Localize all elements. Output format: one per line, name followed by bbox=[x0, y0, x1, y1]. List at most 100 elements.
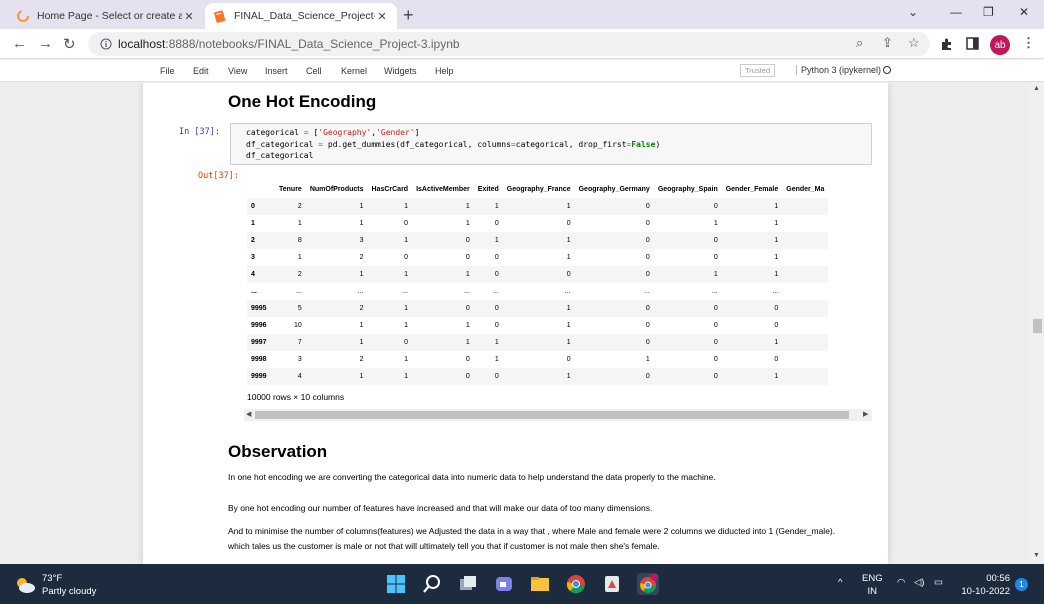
output-horizontal-scrollbar[interactable]: ◀ ▶ bbox=[244, 409, 872, 421]
notification-badge[interactable]: 1 bbox=[1015, 578, 1028, 591]
table-cell: 5 bbox=[297, 305, 302, 312]
battery-icon[interactable]: ▭ bbox=[934, 576, 943, 589]
table-cell: 0 bbox=[494, 271, 499, 278]
column-header: Exited bbox=[477, 186, 499, 193]
language-indicator[interactable]: ENG IN bbox=[862, 572, 883, 598]
chrome-profile-icon[interactable] bbox=[637, 573, 659, 595]
table-cell: 1 bbox=[774, 254, 779, 261]
scroll-left-icon[interactable]: ◀ bbox=[246, 410, 251, 418]
app-icon[interactable] bbox=[601, 573, 623, 595]
table-cell: ... bbox=[643, 288, 650, 295]
menu-cell[interactable]: Cell bbox=[306, 66, 322, 76]
table-cell: ... bbox=[711, 288, 718, 295]
close-tab-icon[interactable]: ✕ bbox=[375, 10, 389, 23]
teams-chat-icon[interactable] bbox=[493, 573, 515, 595]
file-explorer-icon[interactable] bbox=[529, 573, 551, 595]
table-cell: 1 bbox=[494, 203, 499, 210]
table-cell-clipped bbox=[782, 368, 828, 385]
column-header: Gender_Female bbox=[725, 186, 779, 193]
table-cell: 0 bbox=[465, 356, 470, 363]
table-cell: 0 bbox=[494, 220, 499, 227]
menu-file[interactable]: File bbox=[160, 66, 175, 76]
scrollbar-thumb[interactable] bbox=[255, 411, 849, 419]
weather-widget[interactable]: 73°F Partly cloudy bbox=[14, 572, 96, 598]
menu-edit[interactable]: Edit bbox=[193, 66, 209, 76]
table-cell: ... bbox=[295, 288, 302, 295]
clock[interactable]: 00:56 10-10-2022 bbox=[960, 572, 1010, 598]
tab-title: Home Page - Select or create a n bbox=[37, 10, 182, 22]
search-icon[interactable] bbox=[421, 573, 443, 595]
tab-home-page[interactable]: Home Page - Select or create a n ✕ bbox=[8, 3, 204, 29]
vertical-scrollbar-thumb[interactable] bbox=[1033, 319, 1042, 333]
jupyter-menubar: File Edit View Insert Cell Kernel Widget… bbox=[0, 60, 1044, 82]
table-cell: 4 bbox=[297, 373, 302, 380]
row-index: 9999 bbox=[251, 373, 267, 380]
new-tab-button[interactable]: + bbox=[403, 5, 414, 26]
back-arrow-icon[interactable]: ← bbox=[12, 35, 27, 52]
table-cell: 0 bbox=[645, 339, 650, 346]
close-window-icon[interactable]: ✕ bbox=[1019, 5, 1029, 19]
weather-condition: Partly cloudy bbox=[42, 586, 97, 597]
table-cell: ... bbox=[492, 288, 499, 295]
tab-title: FINAL_Data_Science_Project-3 - J bbox=[234, 10, 375, 22]
code-cell[interactable]: categorical = ['Geography','Gender'] df_… bbox=[230, 123, 872, 165]
windows-start-icon[interactable] bbox=[385, 573, 407, 595]
browser-menu-icon[interactable]: ⋮ bbox=[1022, 35, 1035, 51]
code-text[interactable]: categorical = ['Geography','Gender'] df_… bbox=[246, 127, 660, 162]
page-vertical-scrollbar[interactable]: ▲ ▼ bbox=[1030, 83, 1044, 564]
table-cell: 1 bbox=[465, 203, 470, 210]
menu-kernel[interactable]: Kernel bbox=[341, 66, 367, 76]
table-cell: 1 bbox=[566, 237, 571, 244]
chrome-icon[interactable] bbox=[565, 573, 587, 595]
bookmark-star-icon[interactable]: ☆ bbox=[908, 35, 920, 51]
menu-help[interactable]: Help bbox=[435, 66, 454, 76]
extensions-puzzle-icon[interactable] bbox=[940, 37, 954, 51]
table-cell: 1 bbox=[774, 220, 779, 227]
table-cell: 1 bbox=[494, 339, 499, 346]
scroll-down-icon[interactable]: ▼ bbox=[1033, 552, 1040, 559]
forward-arrow-icon[interactable]: → bbox=[38, 35, 53, 52]
table-cell: ... bbox=[357, 288, 364, 295]
table-cell: 1 bbox=[404, 322, 409, 329]
scroll-up-icon[interactable]: ▲ bbox=[1033, 85, 1040, 92]
trusted-indicator[interactable]: Trusted bbox=[740, 64, 776, 77]
row-index: 3 bbox=[251, 254, 255, 261]
share-icon[interactable]: ⇪ bbox=[882, 35, 893, 51]
table-cell: 8 bbox=[297, 237, 302, 244]
table-cell: 0 bbox=[465, 237, 470, 244]
table-cell: 7 bbox=[297, 339, 302, 346]
heading-one-hot-encoding: One Hot Encoding bbox=[228, 92, 377, 111]
address-bar[interactable]: localhost:8888/notebooks/FINAL_Data_Scie… bbox=[88, 32, 930, 56]
table-cell: 1 bbox=[645, 356, 650, 363]
task-view-icon[interactable] bbox=[457, 573, 479, 595]
volume-icon[interactable]: ◁) bbox=[914, 576, 924, 589]
table-cell: 1 bbox=[404, 373, 409, 380]
tab-notebook[interactable]: FINAL_Data_Science_Project-3 - J ✕ bbox=[205, 3, 397, 29]
table-row: 2 8 3 1 0 1 1 0 0 1 bbox=[247, 232, 829, 249]
table-row: 1 1 1 0 1 0 0 0 1 1 bbox=[247, 215, 828, 232]
wifi-icon[interactable]: ◠ bbox=[897, 576, 905, 589]
menu-widgets[interactable]: Widgets bbox=[384, 66, 417, 76]
row-index: 1 bbox=[251, 220, 255, 227]
close-tab-icon[interactable]: ✕ bbox=[182, 10, 196, 23]
table-cell: 3 bbox=[297, 356, 302, 363]
tab-search-chevron-icon[interactable]: ⌄ bbox=[908, 5, 918, 19]
table-cell: 10 bbox=[294, 322, 302, 329]
browser-tab-strip: Home Page - Select or create a n ✕ FINAL… bbox=[0, 0, 1044, 29]
spinner-icon bbox=[17, 10, 29, 22]
scroll-right-icon[interactable]: ▶ bbox=[863, 410, 868, 418]
reload-icon[interactable]: ↻ bbox=[63, 35, 76, 53]
tray-overflow-chevron-icon[interactable]: ^ bbox=[838, 576, 842, 589]
kernel-name[interactable]: Python 3 (ipykernel) bbox=[796, 65, 881, 75]
menu-insert[interactable]: Insert bbox=[265, 66, 288, 76]
table-cell: 0 bbox=[713, 254, 718, 261]
menu-view[interactable]: View bbox=[228, 66, 247, 76]
profile-avatar[interactable]: ab bbox=[990, 35, 1010, 55]
table-cell: 0 bbox=[713, 237, 718, 244]
table-cell: 1 bbox=[774, 373, 779, 380]
minimize-icon[interactable]: — bbox=[950, 5, 962, 19]
restore-icon[interactable]: ❐ bbox=[983, 5, 994, 19]
side-panel-icon[interactable] bbox=[966, 37, 979, 50]
zoom-search-icon[interactable]: ⌕ bbox=[856, 35, 863, 51]
table-cell: 1 bbox=[297, 220, 302, 227]
